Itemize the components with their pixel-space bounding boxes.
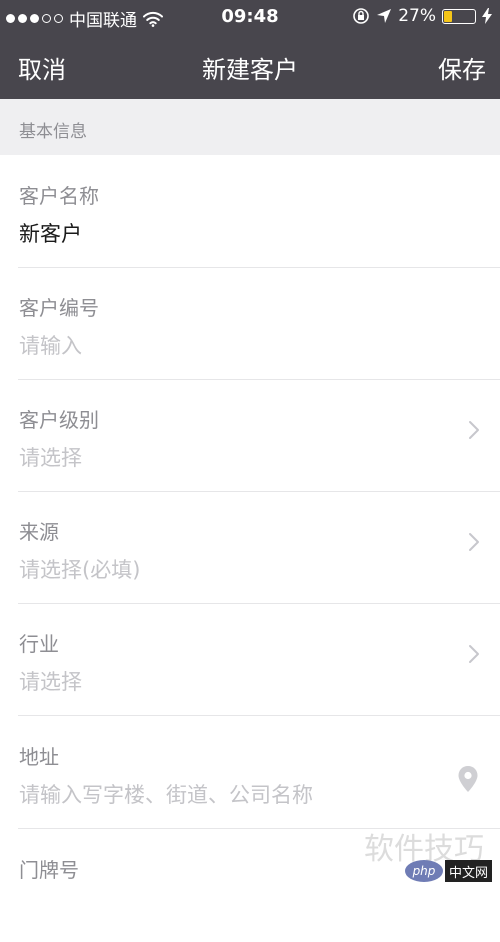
status-bar-right: 27%	[352, 6, 492, 26]
field-label: 客户名称	[19, 184, 99, 208]
field-label: 客户级别	[19, 408, 99, 432]
battery-percent: 27%	[398, 6, 436, 26]
address-input[interactable]: 请输入写字楼、街道、公司名称	[19, 779, 313, 809]
battery-level	[444, 10, 452, 22]
location-pin-icon[interactable]	[457, 765, 479, 793]
field-label: 客户编号	[19, 296, 99, 320]
field-label: 行业	[19, 632, 59, 656]
industry-select[interactable]: 请选择	[19, 666, 82, 696]
divider	[18, 715, 500, 716]
page-title: 新建客户	[202, 56, 298, 84]
field-source[interactable]: 来源 请选择(必填)	[0, 492, 500, 604]
watermark-logo-cn: 中文网	[444, 860, 492, 882]
chevron-right-icon	[469, 645, 479, 663]
field-customer-name[interactable]: 客户名称 新客户	[0, 156, 500, 268]
navigation-bar: 取消 新建客户 保存	[0, 34, 500, 99]
source-select[interactable]: 请选择(必填)	[19, 554, 140, 584]
customer-number-input[interactable]: 请输入	[19, 330, 82, 360]
field-customer-number[interactable]: 客户编号 请输入	[0, 268, 500, 380]
customer-level-select[interactable]: 请选择	[19, 442, 82, 472]
chevron-right-icon	[469, 421, 479, 439]
field-customer-level[interactable]: 客户级别 请选择	[0, 380, 500, 492]
customer-name-input[interactable]: 新客户	[19, 218, 82, 248]
field-label: 门牌号	[19, 858, 79, 882]
section-header: 基本信息	[0, 99, 500, 155]
app-header: 中国联通 09:48 27% 取消 新建客户 保存	[0, 0, 500, 99]
orientation-lock-icon	[353, 8, 370, 24]
watermark-logo: php 中文网	[404, 860, 492, 882]
save-button[interactable]: 保存	[438, 50, 486, 85]
battery-icon	[442, 8, 476, 24]
field-industry[interactable]: 行业 请选择	[0, 604, 500, 716]
chevron-right-icon	[469, 533, 479, 551]
watermark: 软件技巧 php 中文网	[340, 824, 492, 882]
field-address[interactable]: 地址 请输入写字楼、街道、公司名称	[0, 717, 500, 829]
charging-bolt-icon	[482, 8, 492, 24]
field-label: 地址	[19, 745, 59, 769]
status-bar: 中国联通 09:48 27%	[0, 0, 500, 34]
watermark-logo-php: php	[404, 860, 443, 882]
location-arrow-icon	[377, 9, 392, 23]
section-title: 基本信息	[19, 122, 87, 142]
field-label: 来源	[19, 520, 59, 544]
